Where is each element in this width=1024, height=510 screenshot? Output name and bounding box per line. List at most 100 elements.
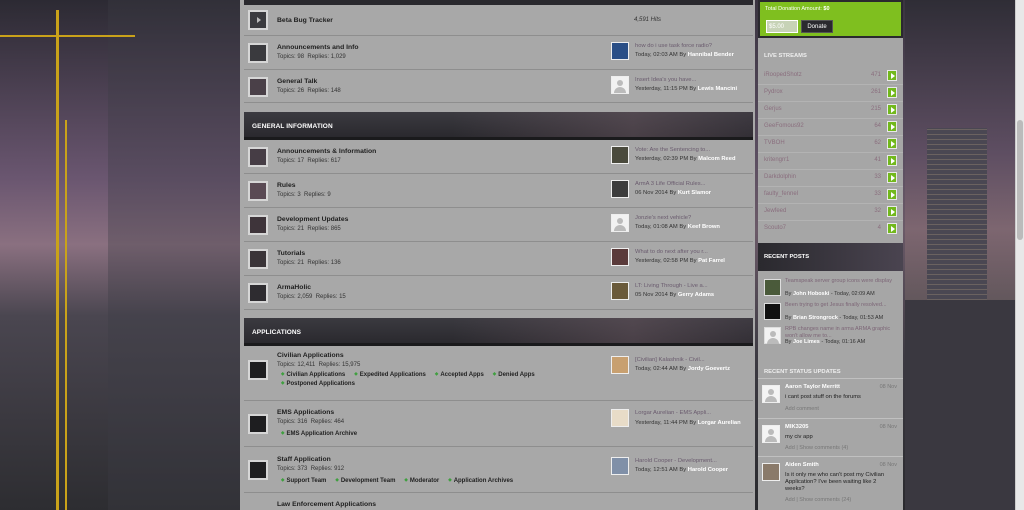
- subforum-link[interactable]: Postponed Applications: [281, 379, 354, 388]
- forum-row-staff-application[interactable]: Staff Application Topics: 373 Replies: 9…: [244, 447, 753, 493]
- last-post-title[interactable]: [Civilian] Kalashnik - Civil...: [635, 357, 753, 363]
- user-avatar[interactable]: [611, 146, 629, 164]
- stream-name[interactable]: Darkdolphin: [764, 174, 796, 180]
- last-post-title[interactable]: What to do next after you r...: [635, 249, 753, 255]
- forum-row-tutorials[interactable]: Tutorials Topics: 21 Replies: 136 What t…: [244, 242, 753, 276]
- last-post-author[interactable]: Gerry Adams: [678, 292, 714, 298]
- stream-row[interactable]: Gerjus 215: [758, 102, 903, 119]
- last-post-author[interactable]: Jordy Goevertz: [688, 366, 730, 372]
- last-post-author[interactable]: Keef Brown: [688, 224, 720, 230]
- status-author[interactable]: MIK3205: [785, 424, 809, 430]
- stream-row[interactable]: Scouto7 4: [758, 221, 903, 238]
- user-avatar[interactable]: [762, 463, 780, 481]
- last-post-author[interactable]: Malcom Reed: [698, 156, 735, 162]
- category-header-general[interactable]: GENERAL INFORMATION: [244, 112, 753, 140]
- forum-title[interactable]: Staff Application: [277, 456, 331, 463]
- stream-row[interactable]: iRoopedShotz 471: [758, 68, 903, 85]
- play-icon[interactable]: [887, 189, 897, 200]
- recent-post[interactable]: RPB changes name in arma ARMA graphic wo…: [758, 326, 903, 348]
- forum-row-rules[interactable]: Rules Topics: 3 Replies: 9 ArmA 3 Life O…: [244, 174, 753, 208]
- last-post-title[interactable]: Jonzie's next vehicle?: [635, 215, 753, 221]
- forum-title[interactable]: Development Updates: [277, 216, 348, 223]
- forum-title[interactable]: Tutorials: [277, 250, 305, 257]
- stream-name[interactable]: kritengrr1: [764, 157, 789, 163]
- forum-title[interactable]: EMS Applications: [277, 409, 334, 416]
- stream-row[interactable]: faulty_fennel 33: [758, 187, 903, 204]
- subforum-link[interactable]: Moderator: [404, 477, 439, 484]
- forum-row-announcements-info[interactable]: Announcements and Info Topics: 98 Replie…: [244, 36, 753, 70]
- user-avatar[interactable]: [762, 425, 780, 443]
- stream-name[interactable]: iRoopedShotz: [764, 72, 802, 78]
- recent-post-title[interactable]: Been trying to get Jesus finally resolve…: [785, 302, 901, 309]
- last-post-author[interactable]: Kurt Slamor: [678, 190, 711, 196]
- user-avatar[interactable]: [611, 457, 629, 475]
- user-avatar[interactable]: [764, 303, 781, 320]
- forum-title[interactable]: Beta Bug Tracker: [277, 17, 333, 24]
- recent-post[interactable]: Teamspeak server group icons were displa…: [758, 278, 903, 300]
- subforum-link[interactable]: Accepted Apps: [435, 370, 483, 379]
- play-icon[interactable]: [887, 155, 897, 166]
- user-avatar[interactable]: [611, 409, 629, 427]
- subforum-link[interactable]: Denied Apps: [493, 370, 534, 379]
- user-avatar[interactable]: [611, 282, 629, 300]
- last-post-author[interactable]: Lorgar Aurelian: [698, 420, 741, 426]
- play-icon[interactable]: [887, 172, 897, 183]
- last-post-author[interactable]: Hannibal Bender: [688, 52, 734, 58]
- last-post-title[interactable]: Lorgar Aurelian - EMS Appli...: [635, 410, 753, 416]
- category-header-applications[interactable]: APPLICATIONS: [244, 318, 753, 346]
- forum-title[interactable]: General Talk: [277, 78, 317, 85]
- user-avatar[interactable]: [764, 327, 781, 344]
- stream-name[interactable]: Scouto7: [764, 225, 786, 231]
- stream-name[interactable]: GeeFomous92: [764, 123, 804, 129]
- category-title[interactable]: GENERAL INFORMATION: [252, 123, 333, 130]
- play-icon[interactable]: [887, 87, 897, 98]
- play-icon[interactable]: [887, 121, 897, 132]
- play-icon[interactable]: [887, 206, 897, 217]
- subforum-link[interactable]: Support Team: [281, 477, 326, 484]
- forum-row-law-enforcement[interactable]: Law Enforcement Applications: [244, 493, 753, 510]
- play-icon[interactable]: [887, 138, 897, 149]
- status-author[interactable]: Aaron Taylor Merritt: [785, 384, 840, 390]
- add-comment-link[interactable]: Add | Show comments (24): [785, 497, 851, 503]
- last-post-title[interactable]: how do i use task force radio?: [635, 43, 753, 49]
- stream-row[interactable]: GeeFomous92 64: [758, 119, 903, 136]
- last-post-title[interactable]: Vote: Are the Sentencing to...: [635, 147, 753, 153]
- last-post-author[interactable]: Lewis Mancini: [698, 86, 737, 92]
- forum-row-ems-applications[interactable]: EMS Applications Topics: 316 Replies: 46…: [244, 401, 753, 447]
- play-icon[interactable]: [887, 223, 897, 234]
- user-avatar[interactable]: [764, 279, 781, 296]
- add-comment-link[interactable]: Add comment: [785, 406, 819, 412]
- recent-post-title[interactable]: RPB changes name in arma ARMA graphic wo…: [785, 326, 901, 339]
- user-avatar[interactable]: [611, 180, 629, 198]
- page-scrollbar[interactable]: [1015, 0, 1024, 510]
- forum-row-armaholic[interactable]: ArmaHolic Topics: 2,059 Replies: 15 LT: …: [244, 276, 753, 310]
- forum-title[interactable]: Announcements and Info: [277, 44, 359, 51]
- last-post-title[interactable]: Insert Idea's you have...: [635, 77, 753, 83]
- forum-row-announcements-information[interactable]: Announcements & Information Topics: 17 R…: [244, 140, 753, 174]
- recent-post-author[interactable]: Joe Limes: [793, 339, 820, 345]
- stream-name[interactable]: Pydrox: [764, 89, 783, 95]
- stream-row[interactable]: Darkdolphin 33: [758, 170, 903, 187]
- subforum-link[interactable]: Expedited Applications: [354, 370, 426, 379]
- user-avatar[interactable]: [611, 76, 629, 94]
- stream-row[interactable]: TVBOH 62: [758, 136, 903, 153]
- stream-name[interactable]: Gerjus: [764, 106, 782, 112]
- status-author[interactable]: Aiden Smith: [785, 462, 819, 468]
- forum-row-general-talk[interactable]: General Talk Topics: 26 Replies: 148 Ins…: [244, 70, 753, 103]
- user-avatar[interactable]: [762, 385, 780, 403]
- recent-post-title[interactable]: Teamspeak server group icons were displa…: [785, 278, 901, 285]
- last-post-title[interactable]: LT: Living Through - Live a...: [635, 283, 753, 289]
- last-post-author[interactable]: Pat Farrel: [698, 258, 725, 264]
- forum-title[interactable]: Law Enforcement Applications: [277, 501, 376, 508]
- stream-row[interactable]: kritengrr1 41: [758, 153, 903, 170]
- donation-amount-input[interactable]: $5.00: [766, 20, 798, 33]
- forum-title[interactable]: ArmaHolic: [277, 284, 311, 291]
- play-icon[interactable]: [887, 70, 897, 81]
- subforum-link[interactable]: EMS Application Archive: [281, 430, 357, 437]
- category-title[interactable]: APPLICATIONS: [252, 329, 301, 336]
- forum-title[interactable]: Civilian Applications: [277, 352, 344, 359]
- user-avatar[interactable]: [611, 248, 629, 266]
- scrollbar-thumb[interactable]: [1017, 120, 1023, 240]
- forum-row-beta-bug-tracker[interactable]: Beta Bug Tracker 4,591 Hits: [244, 5, 753, 36]
- subforum-link[interactable]: Civilian Applications: [281, 370, 345, 379]
